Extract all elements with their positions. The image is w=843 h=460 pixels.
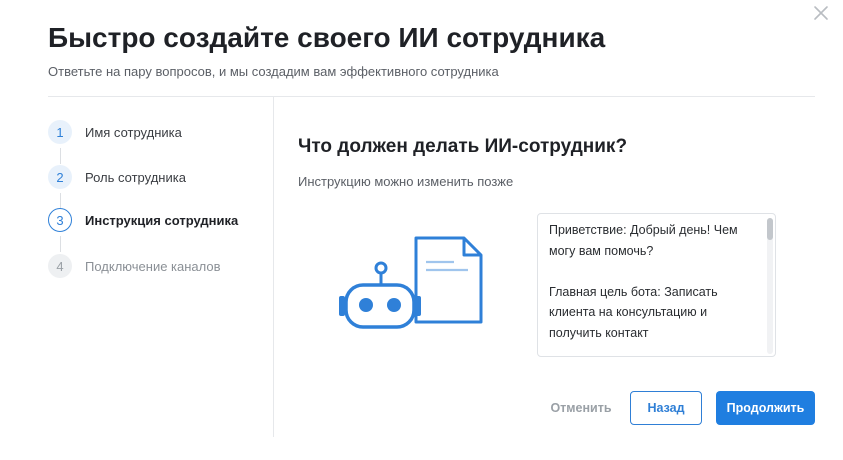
dialog-subtitle: Ответьте на пару вопросов, и мы создадим… — [48, 64, 499, 79]
instruction-textarea[interactable]: Приветствие: Добрый день! Чем могу вам п… — [537, 213, 776, 357]
step-connector — [60, 148, 61, 164]
step-number-badge: 1 — [48, 120, 72, 144]
step-employee-role[interactable]: 2 Роль сотрудника — [48, 165, 186, 189]
header-divider — [48, 96, 815, 97]
step-number-badge: 3 — [48, 208, 72, 232]
step-connector — [60, 236, 61, 252]
dialog-title: Быстро создайте своего ИИ сотрудника — [48, 22, 606, 53]
step-number-badge: 4 — [48, 254, 72, 278]
step-employee-instruction[interactable]: 3 Инструкция сотрудника — [48, 208, 238, 232]
close-icon[interactable] — [812, 4, 830, 22]
step-label: Инструкция сотрудника — [85, 212, 239, 228]
step-label: Имя сотрудника — [85, 124, 182, 140]
step-label: Роль сотрудника — [85, 169, 186, 185]
continue-button[interactable]: Продолжить — [716, 391, 815, 425]
back-button[interactable]: Назад — [630, 391, 702, 425]
sidebar-divider — [273, 97, 274, 437]
step-number-badge: 2 — [48, 165, 72, 189]
question-hint: Инструкцию можно изменить позже — [298, 174, 514, 189]
question-title: Что должен делать ИИ-сотрудник? — [298, 136, 628, 157]
step-label: Подключение каналов — [85, 258, 221, 274]
step-connector — [60, 193, 61, 209]
cancel-button[interactable]: Отменить — [540, 391, 622, 425]
textarea-scrollbar[interactable] — [767, 218, 773, 354]
instruction-text: Приветствие: Добрый день! Чем могу вам п… — [549, 223, 738, 340]
robot-document-icon — [339, 236, 483, 329]
step-channels-connection[interactable]: 4 Подключение каналов — [48, 254, 221, 278]
scrollbar-thumb[interactable] — [767, 218, 773, 240]
step-employee-name[interactable]: 1 Имя сотрудника — [48, 120, 182, 144]
